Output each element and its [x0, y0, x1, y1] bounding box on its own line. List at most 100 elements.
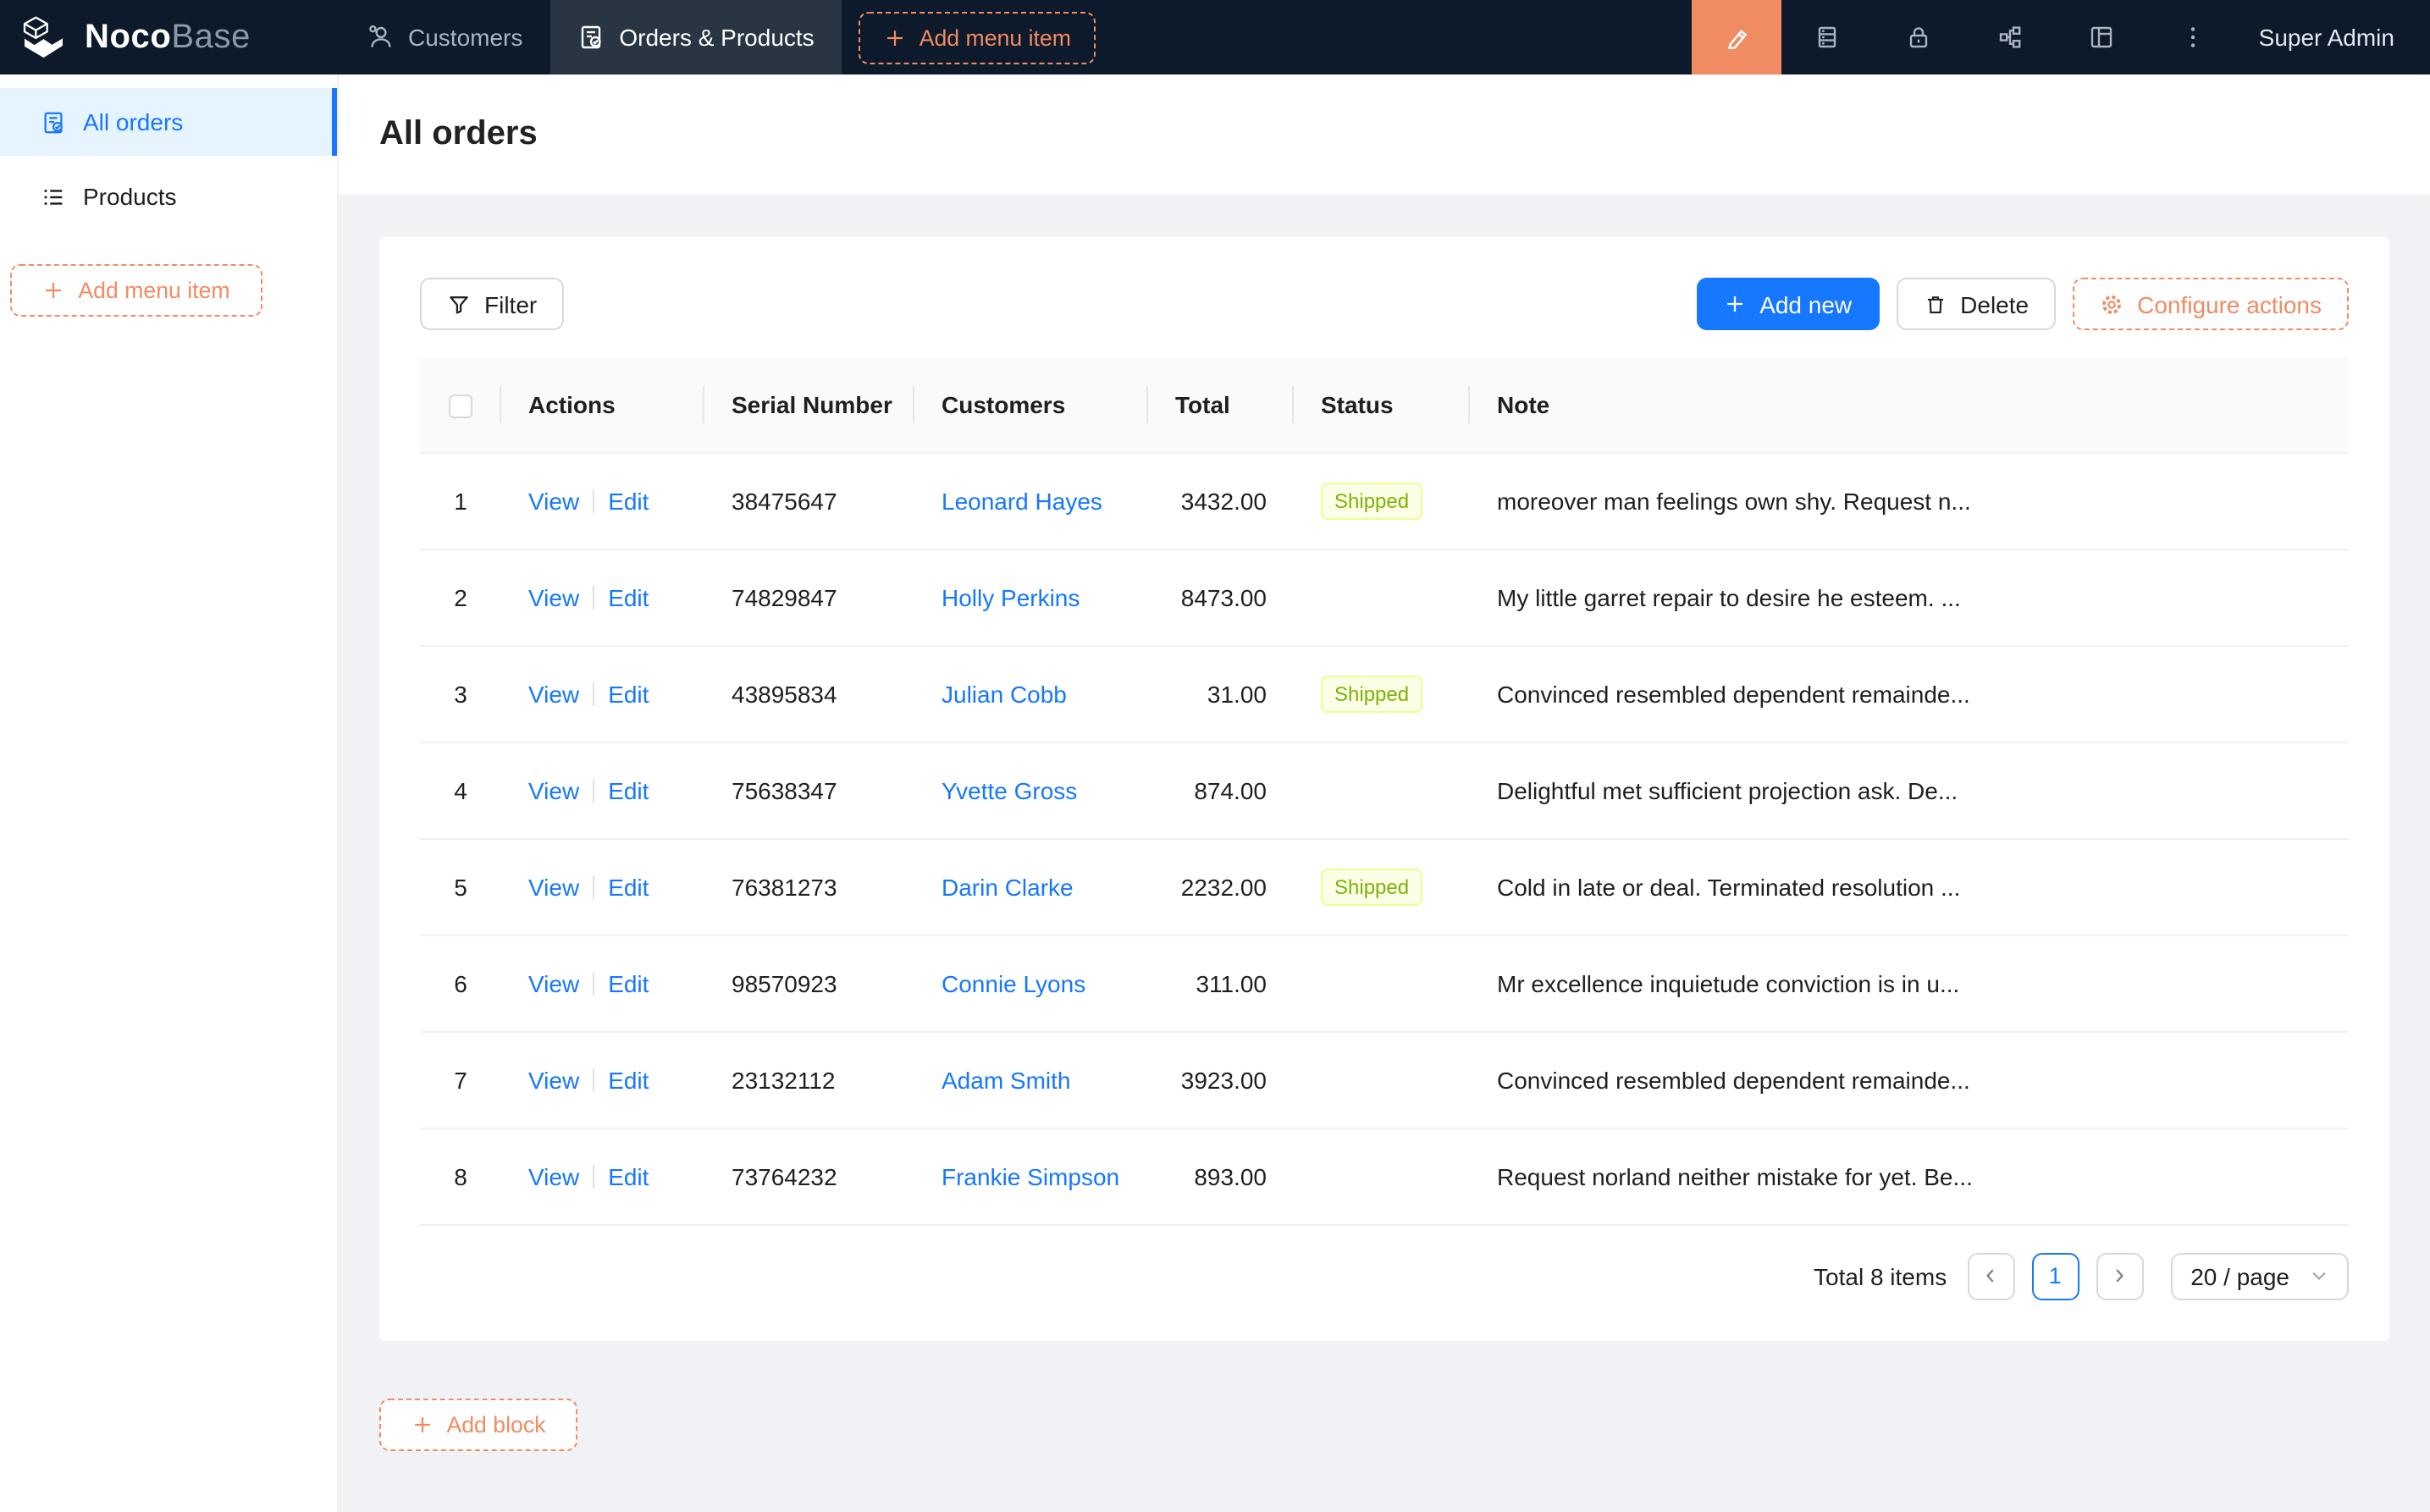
row-index: 4 — [420, 742, 501, 838]
edit-link[interactable]: Edit — [608, 487, 649, 514]
note-cell: Cold in late or deal. Terminated resolut… — [1470, 838, 2349, 935]
note-cell: My little garret repair to desire he est… — [1470, 549, 2349, 645]
view-link[interactable]: View — [528, 776, 579, 803]
nocobase-logo-icon — [20, 14, 71, 61]
plus-icon — [42, 279, 64, 301]
nav-add-menu-item-button[interactable]: Add menu item — [859, 11, 1096, 63]
app-body: All orders Products Add menu item — [0, 74, 2430, 1512]
sidebar: All orders Products Add menu item — [0, 74, 339, 1512]
plus-icon — [884, 26, 906, 48]
orders-table-block: Filter Add new — [379, 237, 2389, 1340]
nav-tab-orders-products[interactable]: Orders & Products — [550, 0, 841, 74]
serial-number-cell: 76381273 — [704, 838, 914, 935]
permissions-button[interactable] — [1873, 0, 1964, 74]
column-header-note: Note — [1470, 357, 2349, 452]
total-cell: 3923.00 — [1148, 1031, 1294, 1128]
delete-button[interactable]: Delete — [1896, 278, 2056, 330]
column-header-total: Total — [1148, 357, 1294, 452]
total-cell: 3432.00 — [1148, 452, 1294, 549]
filter-button[interactable]: Filter — [420, 278, 564, 330]
edit-link[interactable]: Edit — [608, 680, 649, 707]
layout-button[interactable] — [2056, 0, 2147, 74]
customer-link[interactable]: Darin Clarke — [942, 873, 1074, 900]
page-size-select[interactable]: 20 / page — [2170, 1252, 2349, 1300]
pagination-total: Total 8 items — [1814, 1262, 1947, 1289]
serial-number-cell: 98570923 — [704, 935, 914, 1031]
brand-name: NocoBase — [85, 18, 251, 57]
edit-link[interactable]: Edit — [608, 1066, 649, 1093]
nav-tab-label: Orders & Products — [619, 24, 814, 51]
more-menu-button[interactable] — [2147, 0, 2239, 74]
status-badge: Shipped — [1321, 675, 1422, 712]
pagination-page-1[interactable]: 1 — [2031, 1252, 2079, 1300]
total-cell: 31.00 — [1148, 645, 1294, 742]
action-divider — [593, 488, 594, 512]
customer-link[interactable]: Connie Lyons — [942, 969, 1085, 996]
ui-editor-button[interactable] — [1692, 0, 1781, 74]
view-link[interactable]: View — [528, 1162, 579, 1189]
nav-tab-label: Customers — [408, 24, 522, 51]
nocobase-logo[interactable]: NocoBase — [0, 14, 339, 61]
customer-link[interactable]: Frankie Simpson — [942, 1162, 1119, 1189]
orders-table: Configure columns Actions Serial Number — [420, 357, 2349, 1225]
serial-number-cell: 38475647 — [704, 452, 914, 549]
workflow-button[interactable] — [1964, 0, 2056, 74]
table-toolbar: Filter Add new — [420, 278, 2349, 330]
layout-icon — [2088, 24, 2115, 51]
note-cell: Delightful met sufficient projection ask… — [1470, 742, 2349, 838]
view-link[interactable]: View — [528, 969, 579, 996]
select-all-checkbox[interactable] — [449, 395, 472, 418]
table-row: 5 ViewEdit 76381273 Darin Clarke 2232.00… — [420, 838, 2349, 935]
navbar-right-actions: Super Admin — [1692, 0, 2430, 74]
sidebar-add-menu-item-button[interactable]: Add menu item — [10, 264, 262, 317]
customer-link[interactable]: Leonard Hayes — [942, 487, 1102, 514]
trash-icon — [1923, 292, 1947, 316]
pagination-prev-button[interactable] — [1967, 1252, 2014, 1300]
highlight-pen-icon — [1722, 23, 1751, 52]
edit-link[interactable]: Edit — [608, 873, 649, 900]
page-title: All orders — [379, 115, 538, 154]
view-link[interactable]: View — [528, 487, 579, 514]
edit-link[interactable]: Edit — [608, 776, 649, 803]
configure-actions-button[interactable]: Configure actions — [2073, 278, 2349, 330]
total-cell: 2232.00 — [1148, 838, 1294, 935]
serial-number-cell: 73764232 — [704, 1128, 914, 1224]
row-index: 6 — [420, 935, 501, 1031]
edit-link[interactable]: Edit — [608, 583, 649, 610]
view-link[interactable]: View — [528, 583, 579, 610]
column-header-status: Status — [1294, 357, 1470, 452]
pagination: Total 8 items 1 — [420, 1252, 2349, 1300]
customer-link[interactable]: Yvette Gross — [942, 776, 1077, 803]
row-index: 3 — [420, 645, 501, 742]
row-index: 7 — [420, 1031, 501, 1128]
total-cell: 893.00 — [1148, 1128, 1294, 1224]
sidebar-item-products[interactable]: Products — [0, 163, 337, 230]
toolbar-right-actions: Add new Delete — [1697, 278, 2349, 330]
customer-link[interactable]: Adam Smith — [942, 1066, 1071, 1093]
lock-icon — [1905, 24, 1932, 51]
table-row: 6 ViewEdit 98570923 Connie Lyons 311.00 … — [420, 935, 2349, 1031]
customer-link[interactable]: Holly Perkins — [942, 583, 1080, 610]
user-menu[interactable]: Super Admin — [2239, 24, 2430, 51]
action-divider — [593, 682, 594, 705]
unordered-list-icon — [41, 184, 66, 209]
edit-link[interactable]: Edit — [608, 969, 649, 996]
database-button[interactable] — [1781, 0, 1873, 74]
add-new-button[interactable]: Add new — [1697, 278, 1879, 330]
status-badge: Shipped — [1321, 482, 1422, 519]
gear-icon — [2100, 292, 2123, 316]
pagination-next-button[interactable] — [2096, 1252, 2143, 1300]
filter-icon — [447, 292, 471, 316]
edit-link[interactable]: Edit — [608, 1162, 649, 1189]
partition-icon — [1996, 24, 2024, 51]
user-icon — [366, 24, 393, 51]
nav-tab-customers[interactable]: Customers — [339, 0, 550, 74]
view-link[interactable]: View — [528, 873, 579, 900]
total-cell: 874.00 — [1148, 742, 1294, 838]
view-link[interactable]: View — [528, 680, 579, 707]
add-block-button[interactable]: Add block — [379, 1398, 577, 1450]
sidebar-item-all-orders[interactable]: All orders — [0, 88, 337, 156]
view-link[interactable]: View — [528, 1066, 579, 1093]
customer-link[interactable]: Julian Cobb — [942, 680, 1067, 707]
note-cell: Mr excellence inquietude conviction is i… — [1470, 935, 2349, 1031]
